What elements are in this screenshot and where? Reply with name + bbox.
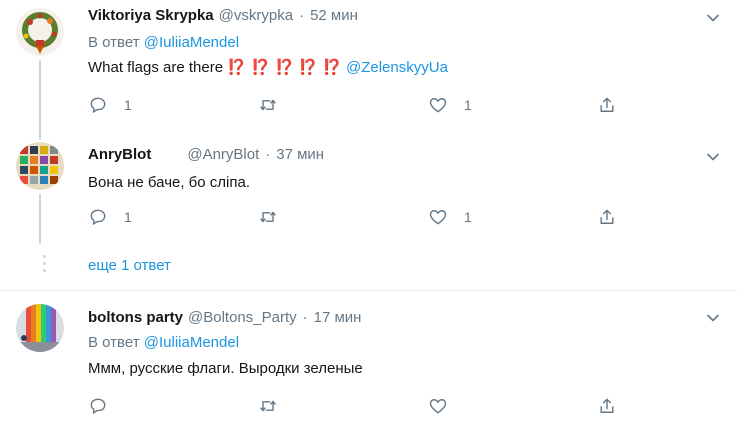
ukraine-flag-icon [157,148,177,162]
like-icon [429,399,447,414]
reply-count: 1 [124,97,132,113]
tweet-3[interactable]: boltons party @Boltons_Party · 17 мин В … [0,291,737,423]
tweet-text-body: What flags are there [88,59,224,76]
caret-down-icon[interactable] [705,149,721,165]
tweet-2[interactable]: AnryBlot @AnryBlot · 37 мин Вона не баче… [0,140,737,244]
retweet-icon [260,211,276,223]
share-icon [600,398,614,413]
reply-prefix: В ответ [88,334,140,351]
retweet-button[interactable] [258,396,294,416]
share-button[interactable] [597,396,617,416]
interrobang-emojis: ⁉️ ⁉️ ⁉️ ⁉️ ⁉️ [227,59,342,76]
reply-prefix: В ответ [88,34,140,51]
tweet-text: What flags are there ⁉️ ⁉️ ⁉️ ⁉️ ⁉️ @Zel… [88,58,448,78]
caret-down-icon[interactable] [705,10,721,26]
mention-link[interactable]: @ZelenskyyUa [346,59,448,76]
like-button[interactable] [428,396,464,416]
caret-down-icon[interactable] [705,310,721,326]
timestamp[interactable]: 52 мин [310,6,358,26]
show-more-replies-link[interactable]: еще 1 ответ [88,256,171,276]
reply-icon [90,97,106,113]
share-icon [600,97,614,112]
reply-context: В ответ @IuliiaMendel [88,33,239,53]
author-name[interactable]: AnryBlot [88,145,151,165]
reply-button[interactable] [88,396,124,416]
author-handle[interactable]: @vskrypka [219,6,293,26]
like-icon [429,210,447,225]
tweet-header: AnryBlot @AnryBlot · 37 мин [88,145,324,165]
like-count: 1 [464,209,472,225]
retweet-button[interactable] [258,95,294,115]
retweet-button[interactable] [258,207,294,227]
tweet-header: boltons party @Boltons_Party · 17 мин [88,308,361,328]
timestamp[interactable]: 37 мин [276,145,324,165]
avatar-boltons[interactable] [16,304,64,352]
author-handle[interactable]: @Boltons_Party [188,308,297,328]
avatar-viktoriya[interactable] [16,8,64,56]
separator-dot: · [265,146,271,163]
share-button[interactable] [597,207,617,227]
reply-to-mention[interactable]: @IuliiaMendel [144,34,239,51]
reply-button[interactable]: 1 [88,95,132,115]
reply-icon [90,398,106,414]
tweet-text: Вона не баче, бо сліпа. [88,174,251,191]
more-replies-dots [43,255,46,276]
author-name[interactable]: boltons party [88,308,183,328]
share-button[interactable] [597,95,617,115]
author-handle[interactable]: @AnryBlot [187,145,259,165]
reply-to-mention[interactable]: @IuliiaMendel [144,334,239,351]
like-icon [429,98,447,113]
reply-button[interactable]: 1 [88,207,132,227]
tweet-header: Viktoriya Skrypka @vskrypka · 52 мин [88,6,358,26]
share-icon [600,209,614,224]
reply-context: В ответ @IuliiaMendel [88,333,239,353]
like-button[interactable]: 1 [428,207,472,227]
author-name[interactable]: Viktoriya Skrypka [88,6,214,26]
like-button[interactable]: 1 [428,95,472,115]
thread-line [39,194,41,244]
retweet-icon [260,400,276,412]
reply-icon [90,209,106,225]
separator-dot: · [299,7,305,24]
thread-line [39,60,41,140]
retweet-icon [260,99,276,111]
avatar-anryblot[interactable] [16,142,64,190]
tweet-text: Ммм, русские флаги. Выродки зеленые [88,360,363,377]
reply-count: 1 [124,209,132,225]
tweet-1[interactable]: Viktoriya Skrypka @vskrypka · 52 мин В о… [0,0,737,140]
like-count: 1 [464,97,472,113]
timestamp[interactable]: 17 мин [314,308,362,328]
separator-dot: · [302,309,308,326]
